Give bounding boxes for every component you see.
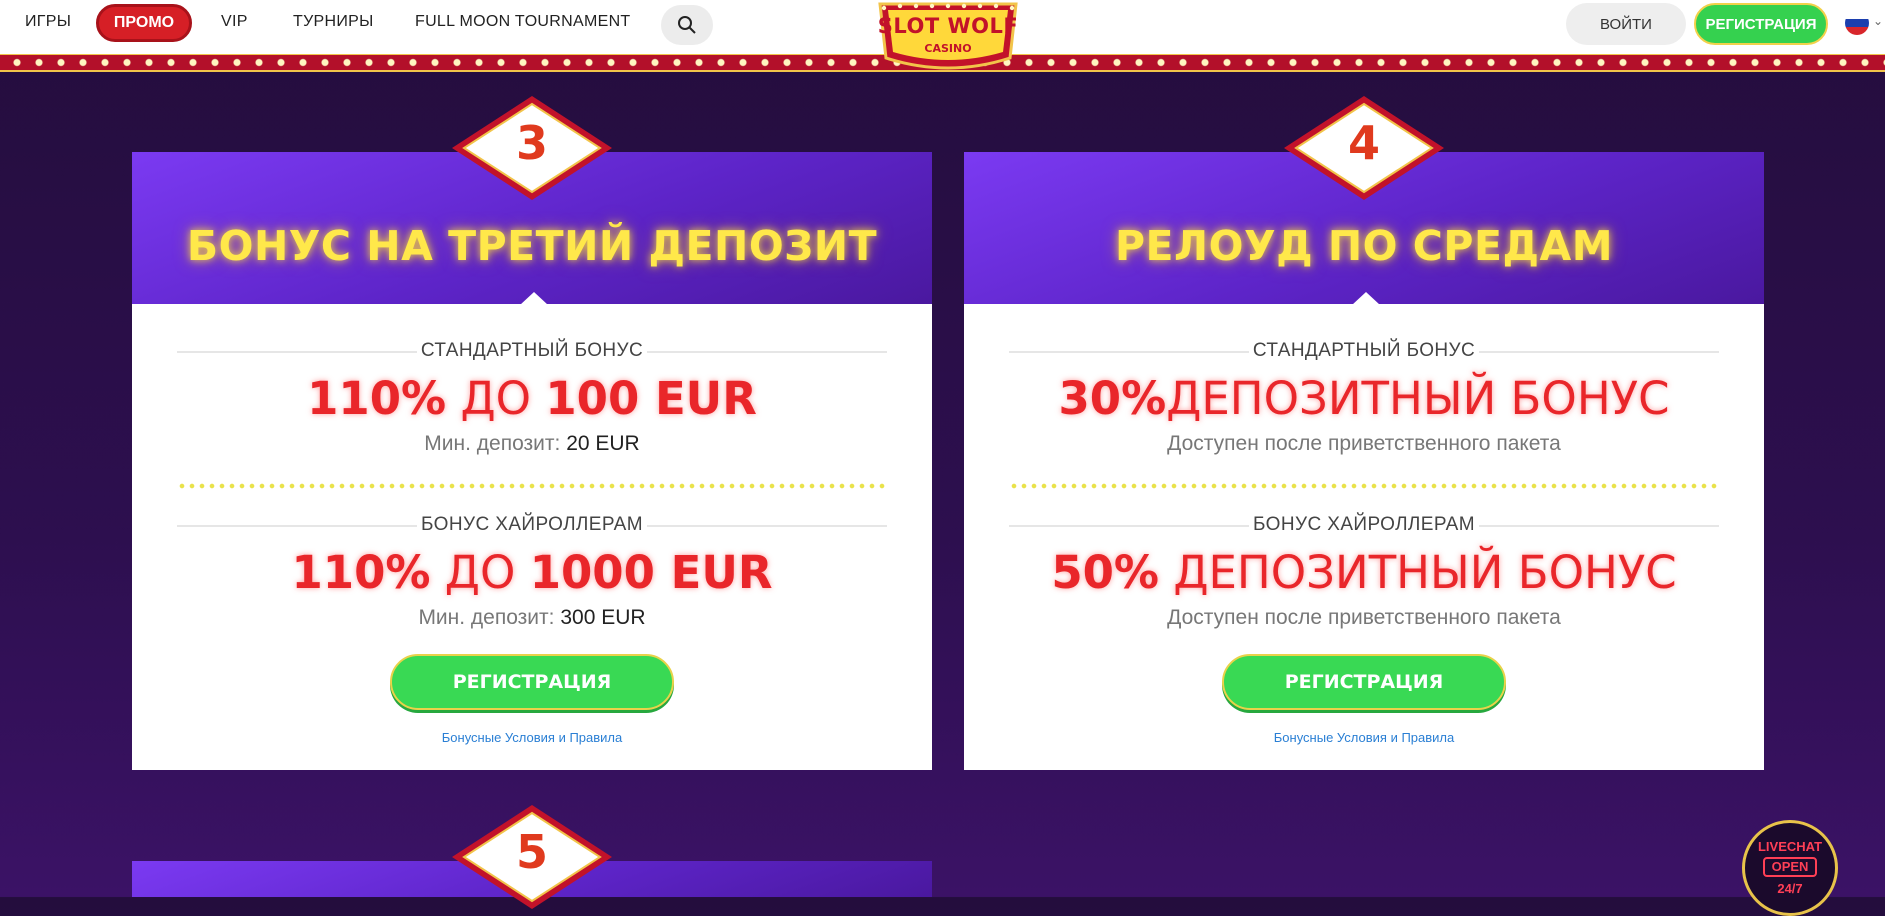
standard-bonus-label: СТАНДАРТНЫЙ БОНУС (420, 340, 644, 361)
bonus-description: ДЕПОЗИТНЫЙ БОНУС (1159, 546, 1677, 599)
language-flag-ru-icon[interactable] (1845, 11, 1869, 35)
step-badge: 4 (1282, 94, 1446, 202)
standard-bonus-label: СТАНДАРТНЫЙ БОНУС (1252, 340, 1476, 361)
chevron-down-icon[interactable]: ⌄ (1873, 14, 1883, 28)
bonus-terms-link[interactable]: Бонусные Условия и Правила (132, 730, 932, 745)
highroller-min-deposit: Мин. депозит: 300 EUR (132, 606, 932, 630)
nav-promo-button[interactable]: ПРОМО (96, 4, 192, 42)
card-title: БОНУС НА ТРЕТИЙ ДЕПОЗИТ (186, 222, 878, 270)
livechat-hours: 24/7 (1777, 881, 1803, 896)
bonus-percent: 50% (1051, 546, 1160, 599)
livechat-open-badge: OPEN (1763, 857, 1817, 877)
card-title: РЕЛОУД ПО СРЕДАМ (1115, 222, 1613, 270)
bonus-to-text: ДО (430, 546, 530, 599)
bonus-to-text: ДО (446, 372, 546, 425)
min-deposit-label: Мин. депозит: (418, 606, 555, 629)
livechat-button[interactable]: LIVECHAT OPEN 24/7 (1742, 820, 1838, 916)
livechat-label: LIVECHAT (1757, 839, 1823, 854)
bonus-amount: 1000 EUR (529, 546, 773, 599)
highroller-bonus-note: Доступен после приветственного пакета (1167, 606, 1561, 629)
nav-tournaments-link[interactable]: ТУРНИРЫ (293, 13, 374, 31)
bonus-description: ДЕПОЗИТНЫЙ БОНУС (1166, 372, 1670, 425)
step-number: 4 (1347, 116, 1380, 170)
logo-text: SLOT WOLF (877, 14, 1019, 38)
standard-bonus-offer: 110% ДО 100 EUR (132, 372, 932, 425)
bonus-amount: 100 EUR (545, 372, 757, 425)
login-button[interactable]: ВОЙТИ (1566, 3, 1686, 45)
step-number: 3 (515, 116, 548, 170)
min-deposit-value: 300 EUR (560, 606, 646, 629)
search-icon (678, 16, 696, 34)
nav-games-link[interactable]: ИГРЫ (25, 13, 71, 31)
register-button[interactable]: РЕГИСТРАЦИЯ (390, 654, 674, 710)
bonus-card-next: 5 (132, 805, 932, 909)
logo-subtext: CASINO (924, 42, 972, 55)
header-notch (520, 292, 548, 305)
bonus-card-third-deposit: БОНУС НА ТРЕТИЙ ДЕПОЗИТ 3 СТАНДАРТНЫЙ БО… (132, 96, 932, 770)
register-top-button[interactable]: РЕГИСТРАЦИЯ (1694, 3, 1828, 45)
bonus-percent: 110% (291, 546, 431, 599)
min-deposit-value: 20 EUR (566, 432, 640, 455)
nav-full-moon-link[interactable]: FULL MOON TOURNAMENT (415, 13, 631, 31)
search-button[interactable] (661, 5, 713, 45)
step-badge: 5 (450, 803, 614, 911)
register-button[interactable]: РЕГИСТРАЦИЯ (1222, 654, 1506, 710)
highroller-bonus-offer: 110% ДО 1000 EUR (132, 546, 932, 599)
dotted-divider (1009, 483, 1719, 489)
nav-vip-link[interactable]: VIP (221, 13, 248, 31)
standard-bonus-offer: 30%ДЕПОЗИТНЫЙ БОНУС (964, 372, 1764, 425)
slot-wolf-logo[interactable]: SLOT WOLF CASINO (872, 0, 1024, 72)
dotted-divider (177, 483, 887, 489)
bonus-terms-link[interactable]: Бонусные Условия и Правила (964, 730, 1764, 745)
step-badge: 3 (450, 94, 614, 202)
highroller-bonus-label: БОНУС ХАЙРОЛЛЕРАМ (1253, 514, 1475, 535)
bonus-percent: 110% (307, 372, 447, 425)
highroller-bonus-offer: 50% ДЕПОЗИТНЫЙ БОНУС (964, 546, 1764, 599)
standard-bonus-note: Доступен после приветственного пакета (1167, 432, 1561, 455)
standard-min-deposit: Мин. депозит: 20 EUR (132, 432, 932, 456)
header-notch (1352, 292, 1380, 305)
bonus-card-wednesday-reload: РЕЛОУД ПО СРЕДАМ 4 СТАНДАРТНЫЙ БОНУС 30%… (964, 96, 1764, 770)
highroller-bonus-label: БОНУС ХАЙРОЛЛЕРАМ (421, 514, 643, 535)
min-deposit-label: Мин. депозит: (424, 432, 561, 455)
bonus-percent: 30% (1058, 372, 1167, 425)
step-number: 5 (515, 825, 548, 879)
